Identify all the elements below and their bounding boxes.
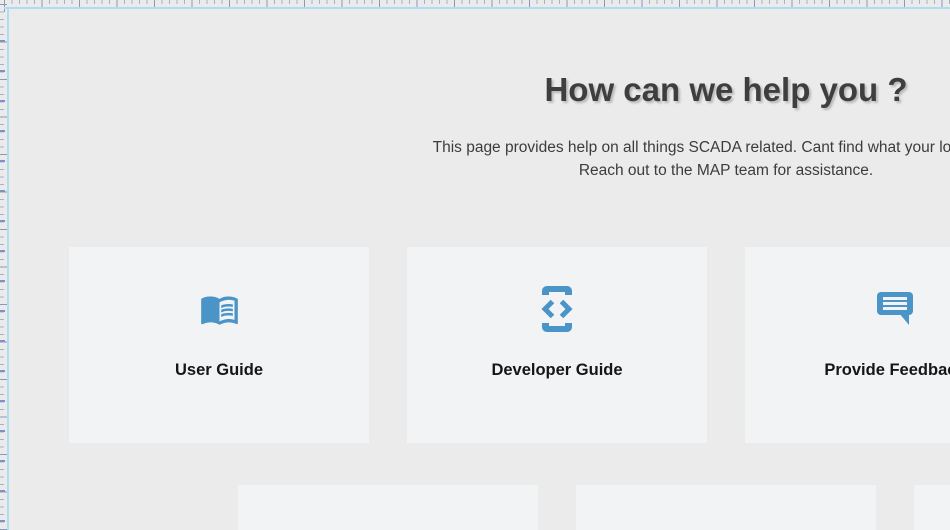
book-icon [196,287,243,331]
help-card-placeholder-1[interactable] [238,485,538,530]
subtitle-line-1: This page provides help on all things SC… [9,136,950,159]
help-page-canvas: How can we help you ? This page provides… [9,9,950,530]
help-card-placeholder-2[interactable] [576,485,876,530]
developer-guide-label: Developer Guide [491,361,622,380]
user-guide-card[interactable]: User Guide [69,247,369,443]
chat-feedback-icon [875,287,915,331]
help-card-row-secondary [9,485,950,530]
developer-code-icon [538,287,576,331]
help-card-row: User Guide Developer Guide [9,247,950,443]
user-guide-label: User Guide [175,361,263,380]
ruler-origin-tick [4,0,5,12]
canvas-outline-top [4,7,950,9]
developer-guide-card[interactable]: Developer Guide [407,247,707,443]
page-title: How can we help you ? [9,69,950,110]
help-card-placeholder-3[interactable] [914,485,950,530]
provide-feedback-card[interactable]: Provide Feedback [745,247,950,443]
canvas-outline-left [7,8,9,530]
provide-feedback-label: Provide Feedback [824,361,950,380]
subtitle-line-2: Reach out to the MAP team for assistance… [9,159,950,182]
page-subtitle: This page provides help on all things SC… [9,136,950,182]
